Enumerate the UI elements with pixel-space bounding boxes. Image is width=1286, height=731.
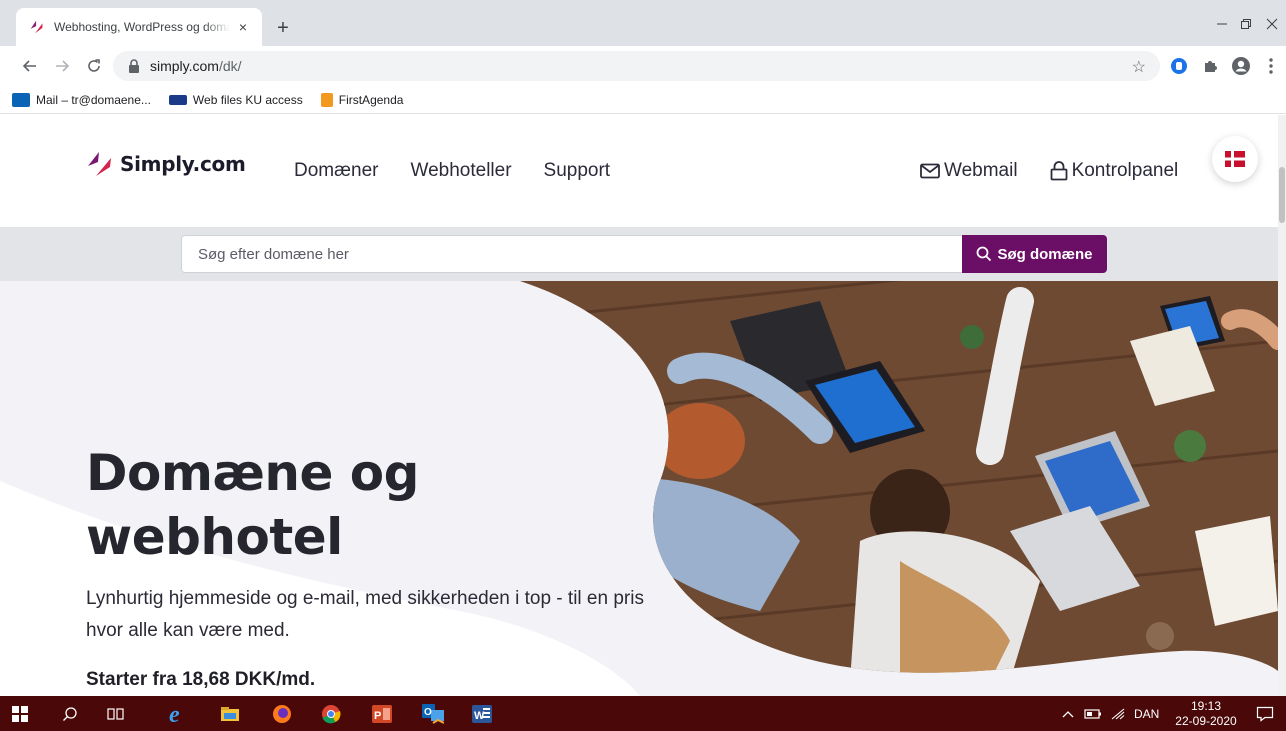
bookmark-mail[interactable]: Mail – tr@domaene... — [12, 92, 151, 107]
ku-icon — [168, 94, 187, 105]
bookmarks-bar: Mail – tr@domaene... Web files KU access… — [0, 86, 1286, 114]
padlock-icon — [1050, 161, 1067, 181]
browser-menu-icon[interactable] — [1260, 55, 1282, 77]
danish-flag-icon — [1225, 151, 1245, 167]
main-nav: Domæner Webhoteller Support — [294, 160, 642, 182]
bookmark-label: FirstAgenda — [338, 92, 404, 107]
domain-search-band: Søg domæne — [0, 227, 1278, 281]
browser-tab[interactable]: Webhosting, WordPress og domæne × — [16, 8, 262, 46]
restore-icon[interactable] — [1236, 14, 1256, 34]
simply-logo-icon — [88, 152, 111, 176]
hero-title-line-1: Domæne og — [86, 444, 419, 502]
kontrolpanel-link[interactable]: Kontrolpanel — [1050, 160, 1179, 182]
page-viewport: Simply.com Domæner Webhoteller Support W… — [0, 115, 1286, 696]
clock-date: 22-09-2020 — [1175, 714, 1237, 728]
taskbar-clock[interactable]: 19:13 22-09-2020 — [1170, 699, 1242, 729]
address-bar[interactable]: simply.com/dk/ ☆ — [113, 51, 1160, 81]
battery-icon[interactable] — [1084, 708, 1102, 720]
clock-time: 19:13 — [1190, 699, 1222, 713]
outlook-icon[interactable]: O — [421, 702, 445, 726]
svg-text:O: O — [424, 707, 432, 718]
chrome-icon[interactable] — [319, 702, 343, 726]
profile-avatar-icon[interactable] — [1230, 55, 1252, 77]
domain-search-input[interactable] — [181, 235, 963, 273]
search-icon[interactable] — [58, 702, 82, 726]
wifi-icon[interactable] — [1110, 707, 1126, 721]
file-explorer-icon[interactable] — [218, 702, 242, 726]
webmail-label: Webmail — [944, 160, 1018, 181]
bookmark-star-icon[interactable]: ☆ — [1132, 57, 1146, 77]
firefox-icon[interactable] — [270, 702, 294, 726]
logo-text: Simply.com — [120, 152, 246, 176]
firstagenda-icon — [320, 92, 333, 107]
task-view-icon[interactable] — [104, 702, 128, 726]
scrollbar-thumb[interactable] — [1279, 167, 1285, 223]
extensions-puzzle-icon[interactable] — [1199, 55, 1221, 77]
language-indicator[interactable]: DAN — [1134, 707, 1159, 721]
back-arrow-icon[interactable] — [18, 54, 42, 78]
windows-taskbar: e P O W DAN 19:13 22-09-2020 — [0, 696, 1286, 731]
system-tray: DAN — [1062, 696, 1159, 731]
minimize-icon[interactable] — [1212, 14, 1232, 34]
language-selector[interactable] — [1212, 136, 1258, 182]
word-icon[interactable]: W — [470, 702, 494, 726]
hero-title-line-2: webhotel — [86, 508, 343, 566]
hero-subtitle: Lynhurtig hjemmeside og e-mail, med sikk… — [86, 588, 644, 641]
hero-section: Domæne og webhotel Lynhurtig hjemmeside … — [0, 281, 1278, 696]
windows-start-icon[interactable] — [8, 702, 32, 726]
close-window-icon[interactable] — [1262, 14, 1282, 34]
page-scrollbar[interactable] — [1278, 115, 1286, 696]
simply-favicon-icon — [30, 20, 43, 34]
nav-domaener[interactable]: Domæner — [294, 160, 378, 182]
mail-icon — [920, 163, 940, 179]
search-domain-button[interactable]: Søg domæne — [962, 235, 1107, 273]
browser-tab-strip: Webhosting, WordPress og domæne × + — [0, 0, 1286, 46]
lock-icon — [129, 59, 139, 73]
chevron-up-icon[interactable] — [1062, 709, 1074, 719]
search-button-label: Søg domæne — [997, 245, 1093, 263]
bookmark-label: Web files KU access — [192, 92, 303, 107]
svg-text:e: e — [169, 703, 180, 725]
kontrolpanel-label: Kontrolpanel — [1071, 160, 1179, 181]
browser-toolbar: simply.com/dk/ ☆ — [0, 46, 1286, 86]
url-text: simply.com/dk/ — [150, 58, 242, 74]
search-icon — [977, 246, 992, 262]
nav-webhoteller[interactable]: Webhoteller — [410, 160, 511, 182]
webmail-link[interactable]: Webmail — [920, 160, 1018, 182]
outlook-icon — [12, 92, 30, 107]
site-header: Simply.com Domæner Webhoteller Support W… — [0, 115, 1278, 227]
url-host: simply.com — [150, 58, 219, 74]
tab-title: Webhosting, WordPress og domæne — [54, 20, 230, 34]
svg-text:P: P — [374, 710, 381, 722]
bookmark-firstagenda[interactable]: FirstAgenda — [320, 92, 404, 107]
new-tab-button[interactable]: + — [272, 17, 294, 39]
user-nav: Webmail Kontrolpanel — [920, 160, 1178, 182]
tab-close-icon[interactable]: × — [234, 18, 252, 36]
hero-title: Domæne og webhotel — [86, 441, 586, 569]
bookmark-web-files[interactable]: Web files KU access — [168, 92, 303, 107]
site-logo[interactable]: Simply.com — [86, 151, 246, 177]
nav-support[interactable]: Support — [544, 160, 611, 182]
url-path: /dk/ — [218, 58, 242, 74]
bookmark-label: Mail – tr@domaene... — [36, 92, 151, 107]
extension-shield-icon[interactable] — [1168, 55, 1190, 77]
notification-icon[interactable] — [1253, 702, 1277, 726]
forward-arrow-icon[interactable] — [50, 54, 74, 78]
internet-explorer-icon[interactable]: e — [166, 702, 190, 726]
reload-icon[interactable] — [82, 54, 106, 78]
hero-price: Starter fra 18,68 DKK/md. — [86, 669, 316, 690]
powerpoint-icon[interactable]: P — [370, 702, 394, 726]
svg-text:W: W — [474, 710, 485, 722]
